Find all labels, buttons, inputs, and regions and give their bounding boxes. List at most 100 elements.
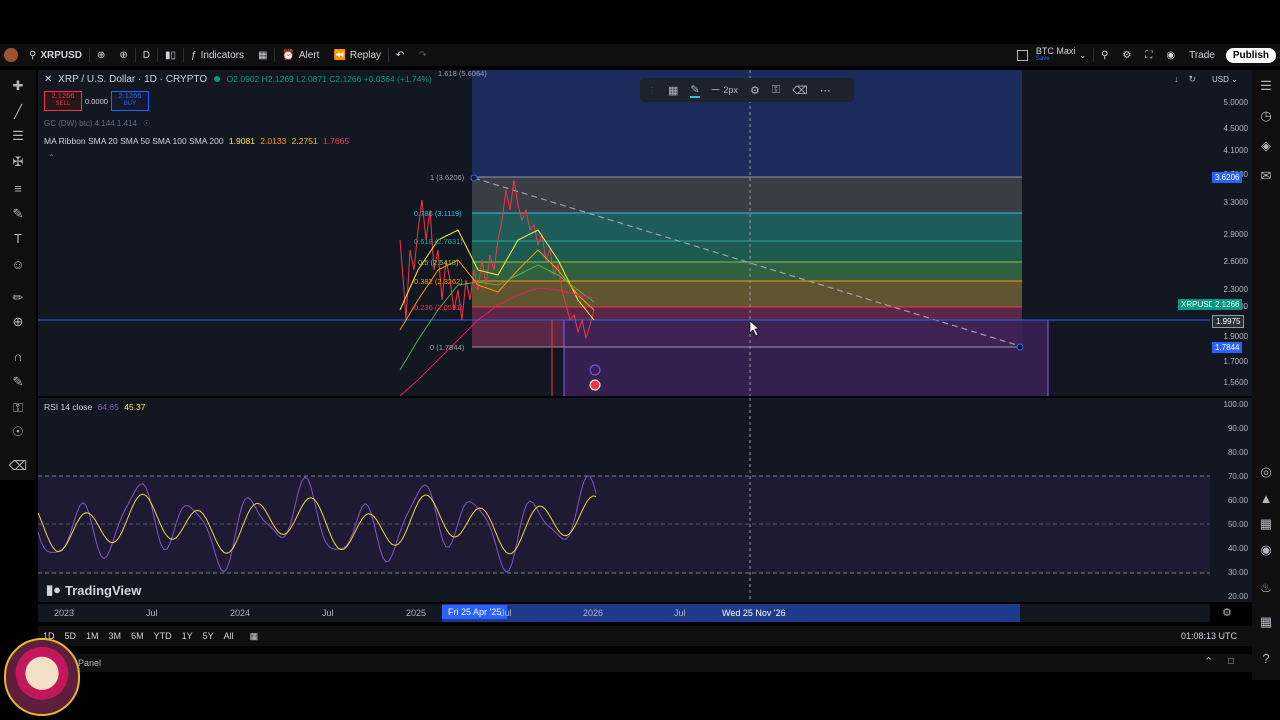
chart-top-right-controls: ↓ ↻	[1174, 74, 1196, 85]
fib-tool-icon[interactable]: ≡	[8, 178, 28, 198]
chart-type-button[interactable]: ▮▯	[158, 44, 183, 66]
quick-search-button[interactable]: ⚲	[1094, 44, 1115, 66]
rsi-scale[interactable]: 100.00 90.00 80.00 70.00 60.00 50.00 40.00 30.0…	[1210, 398, 1252, 602]
lock-drawing-icon[interactable]: ⚿	[772, 84, 780, 97]
help-icon[interactable]: ?	[1256, 648, 1276, 668]
range-5y[interactable]: 5Y	[198, 631, 219, 641]
sell-button[interactable]: 2.1266 SELL	[44, 91, 82, 111]
clock-icon[interactable]: ◷	[1256, 106, 1276, 126]
download-icon[interactable]: ↓	[1174, 74, 1179, 85]
target-icon[interactable]: ◎	[1256, 462, 1276, 482]
range-1y[interactable]: 1Y	[177, 631, 198, 641]
time-axis[interactable]: 2023 Jul 2024 Jul 2025 Fri 25 Apr '25 Ju…	[38, 604, 1210, 622]
layers-icon[interactable]: ◈	[1256, 136, 1276, 156]
indicators-button[interactable]: ƒ Indicators	[184, 44, 251, 66]
economic-event-icon[interactable]	[589, 379, 601, 391]
broadcast-icon[interactable]: ◉	[1256, 540, 1276, 560]
price-scale[interactable]: USD ⌄ 5.00004.50004.10003.70003.30002.90…	[1178, 70, 1252, 396]
templates-button[interactable]: ▦	[251, 44, 274, 66]
collapse-legend-icon[interactable]: ⌃	[48, 153, 55, 162]
more-icon[interactable]: ⋯	[820, 84, 831, 97]
rsi-legend[interactable]: RSI 14 close 64.65 45.37	[44, 402, 146, 412]
stay-drawing-icon[interactable]: ✎	[8, 372, 28, 392]
fib-handle-bottom[interactable]	[1016, 343, 1024, 351]
compare-symbol-button[interactable]: ⊕	[90, 44, 112, 66]
bell-icon[interactable]: ♨	[1256, 578, 1276, 598]
emoji-tool-icon[interactable]: ☺	[8, 254, 28, 274]
rsi-tick-label: 80.00	[1227, 448, 1248, 457]
range-ytd[interactable]: YTD	[149, 631, 177, 641]
templates-icon[interactable]: ▦	[668, 84, 678, 97]
fib-bottom-price-badge: 1.7844	[1212, 342, 1243, 353]
panel-label[interactable]: Panel	[78, 658, 101, 668]
fib-0236-label: 0.236 (2.0591)	[414, 303, 463, 312]
price-tick-label: 1.7000	[1223, 357, 1248, 366]
symbol-legend[interactable]: ✕ XRP / U.S. Dollar · 1D · CRYPTO O2.090…	[44, 74, 432, 85]
watchlist-icon[interactable]: ☰	[1256, 76, 1276, 96]
drag-handle-icon[interactable]: ⋮	[648, 86, 656, 95]
chat-icon[interactable]: ✉	[1256, 166, 1276, 186]
undo-button[interactable]: ↶	[389, 44, 411, 66]
redo-icon: ↷	[418, 49, 427, 61]
maximize-panel-icon[interactable]: □	[1228, 656, 1234, 667]
last-price-badge: 2.1266	[1212, 299, 1243, 310]
alarm-icon: ⏰	[282, 49, 295, 61]
symbol-search-button[interactable]: ⚲ XRPUSD	[22, 44, 89, 66]
refresh-icon[interactable]: ↻	[1189, 74, 1197, 85]
crosshair-tool-icon[interactable]: ✚	[8, 76, 28, 96]
brush-tool-icon[interactable]: ✎	[8, 204, 28, 224]
trade-button[interactable]: Trade	[1182, 44, 1222, 66]
price-chart-pane[interactable]: 1.618 (5.6064) 1 (3.6206) 0.786 (3.1119)…	[38, 70, 1210, 396]
replay-button[interactable]: ⏪ Replay	[326, 44, 388, 66]
gc-indicator-legend[interactable]: GC (DW) btc) 4.144 1.414 ☉	[44, 119, 150, 128]
layout-button[interactable]: BTC Maxi Save ⌄	[1010, 44, 1093, 66]
ruler-tool-icon[interactable]: ✏	[8, 288, 28, 308]
date-range-calendar-icon[interactable]: ▦	[245, 631, 264, 642]
currency-selector[interactable]: USD ⌄	[1212, 75, 1238, 84]
add-symbol-button[interactable]: ⊕	[112, 44, 134, 66]
pattern-tool-icon[interactable]: ✠	[8, 152, 28, 172]
layout-square-icon	[1016, 49, 1028, 61]
interval-button[interactable]: D	[136, 44, 157, 66]
tree-icon[interactable]: ▲	[1256, 488, 1276, 508]
settings-gear-icon[interactable]: ⚙	[750, 84, 760, 97]
ma-ribbon-legend[interactable]: MA Ribbon SMA 20 SMA 50 SMA 100 SMA 200 …	[44, 136, 349, 146]
fib-zone-05	[472, 262, 1022, 281]
delete-drawing-icon[interactable]: ⌫	[792, 84, 808, 97]
lines-tool-icon[interactable]: ☰	[8, 126, 28, 146]
rsi-pane[interactable]: RSI 14 close 64.65 45.37 ▮● TradingView	[38, 398, 1210, 602]
zoom-tool-icon[interactable]: ⊕	[8, 312, 28, 332]
fullscreen-button[interactable]: ⛶	[1138, 44, 1159, 66]
calendar-icon[interactable]: ▦	[1256, 514, 1276, 534]
range-1m[interactable]: 1M	[81, 631, 104, 641]
chevron-up-icon[interactable]: ⌃	[1204, 655, 1213, 668]
range-5d[interactable]: 5D	[60, 631, 82, 641]
lightning-event-icon[interactable]	[589, 364, 601, 376]
range-all[interactable]: All	[219, 631, 239, 641]
eye-off-icon[interactable]: ☉	[143, 119, 150, 128]
trash-icon[interactable]: ⌫	[8, 456, 28, 476]
range-6m[interactable]: 6M	[126, 631, 149, 641]
alert-button[interactable]: ⏰ Alert	[275, 44, 326, 66]
range-3m[interactable]: 3M	[104, 631, 127, 641]
avatar[interactable]	[0, 44, 22, 66]
buy-button[interactable]: 2.1266 BUY	[110, 91, 149, 111]
magnet-tool-icon[interactable]: ∩	[8, 346, 28, 366]
eye-icon[interactable]: ☉	[8, 422, 28, 442]
apps-icon[interactable]: ▦	[1256, 612, 1276, 632]
time-axis-settings-icon[interactable]: ⚙	[1222, 606, 1232, 619]
snapshot-button[interactable]: ◉	[1159, 44, 1182, 66]
line-width-button[interactable]: ─ 2px	[712, 84, 738, 96]
lock-icon[interactable]: ⚿	[8, 398, 28, 418]
grid-icon: ▦	[257, 49, 268, 61]
crosshair-price-badge: 1.9975	[1212, 315, 1245, 328]
close-icon[interactable]: ✕	[44, 74, 52, 85]
redo-button[interactable]: ↷	[411, 44, 433, 66]
publish-button[interactable]: Publish	[1222, 44, 1280, 66]
fib-handle-top[interactable]	[470, 174, 478, 182]
utc-clock[interactable]: 01:08:13 UTC	[1176, 631, 1242, 641]
trend-line-tool-icon[interactable]: ╱	[8, 102, 28, 122]
settings-button[interactable]: ⚙	[1115, 44, 1138, 66]
pencil-color-icon[interactable]: ✎	[690, 83, 700, 98]
text-tool-icon[interactable]: T	[8, 228, 28, 248]
